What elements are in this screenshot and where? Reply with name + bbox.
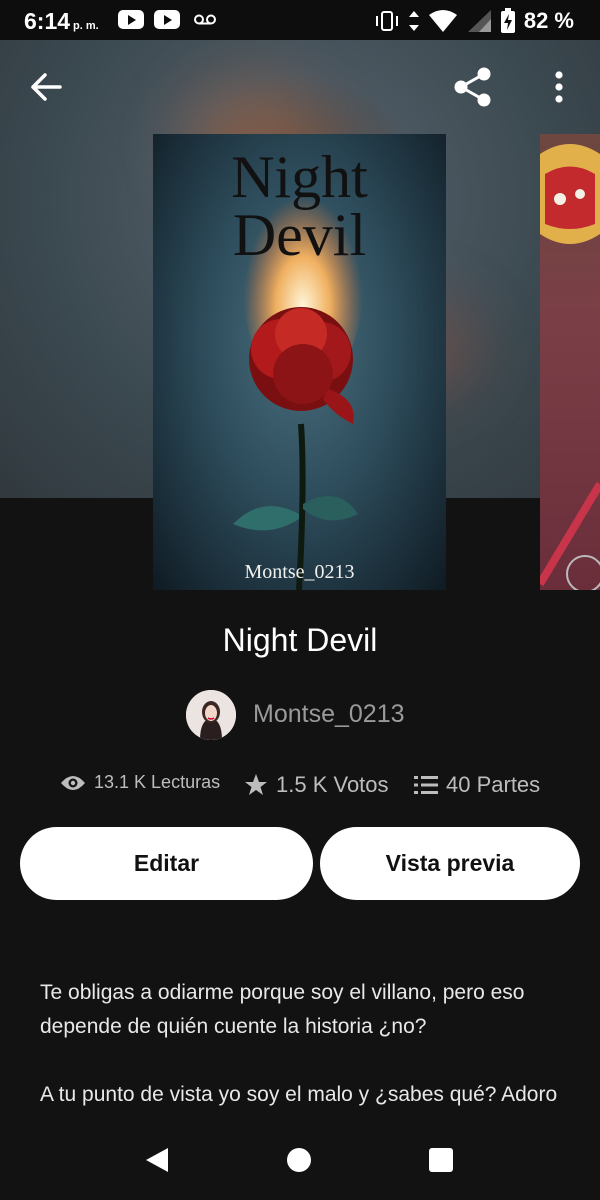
data-arrows-icon — [408, 11, 419, 31]
back-triangle-icon[interactable] — [144, 1146, 170, 1174]
description-clip — [0, 1108, 600, 1122]
reads-stat: 13.1 K Lecturas — [60, 772, 220, 793]
more-vert-icon[interactable] — [552, 70, 566, 104]
recents-square-icon[interactable] — [428, 1147, 454, 1173]
wifi-icon — [428, 10, 457, 32]
author-name[interactable]: Montse_0213 — [253, 700, 405, 729]
preview-button[interactable]: Vista previa — [320, 827, 580, 900]
cover-title-line2: Devil — [232, 202, 367, 268]
edit-button[interactable]: Editar — [20, 827, 313, 900]
parts-stat: 40 Partes — [414, 772, 540, 798]
signal-icon — [467, 10, 491, 32]
book-cover[interactable]: Night Devil Montse_0213 — [153, 134, 446, 590]
author-row[interactable]: Montse_0213 — [0, 688, 600, 742]
votes-stat: 1.5 K Votos — [244, 772, 389, 798]
share-icon[interactable] — [452, 66, 494, 108]
reads-count: 13.1 K Lecturas — [94, 772, 221, 792]
star-icon — [245, 774, 267, 795]
cover-title-line1: Night — [231, 144, 368, 210]
home-circle-icon[interactable] — [286, 1147, 312, 1173]
votes-count: 1.5 K Votos — [276, 772, 389, 797]
youtube-icon — [118, 10, 144, 29]
story-title: Night Devil — [222, 622, 378, 658]
cover-author: Montse_0213 — [244, 561, 355, 583]
arrow-left-icon[interactable] — [30, 72, 62, 102]
eye-icon — [61, 775, 85, 790]
battery-charging-icon — [500, 8, 515, 33]
parts-count: 40 Partes — [446, 772, 541, 797]
system-nav-bar — [0, 1122, 600, 1200]
avatar[interactable] — [186, 690, 236, 740]
next-book-cover[interactable] — [540, 134, 600, 590]
voicemail-icon — [194, 14, 216, 25]
vibrate-icon — [375, 11, 398, 31]
status-time: 6:14 p. m. — [24, 8, 99, 34]
battery-percent: 82 % — [523, 8, 574, 33]
author-avatar-image — [186, 690, 236, 740]
youtube-icon — [154, 10, 180, 29]
story-stats: 13.1 K Lecturas 1.5 K Votos 40 Partes — [0, 770, 600, 804]
list-icon — [414, 776, 438, 794]
status-bar: 6:14 p. m. 82 % — [0, 0, 600, 40]
next-cover-art — [540, 144, 600, 590]
description-paragraph: Te obligas a odiarme porque soy el villa… — [40, 981, 525, 1038]
